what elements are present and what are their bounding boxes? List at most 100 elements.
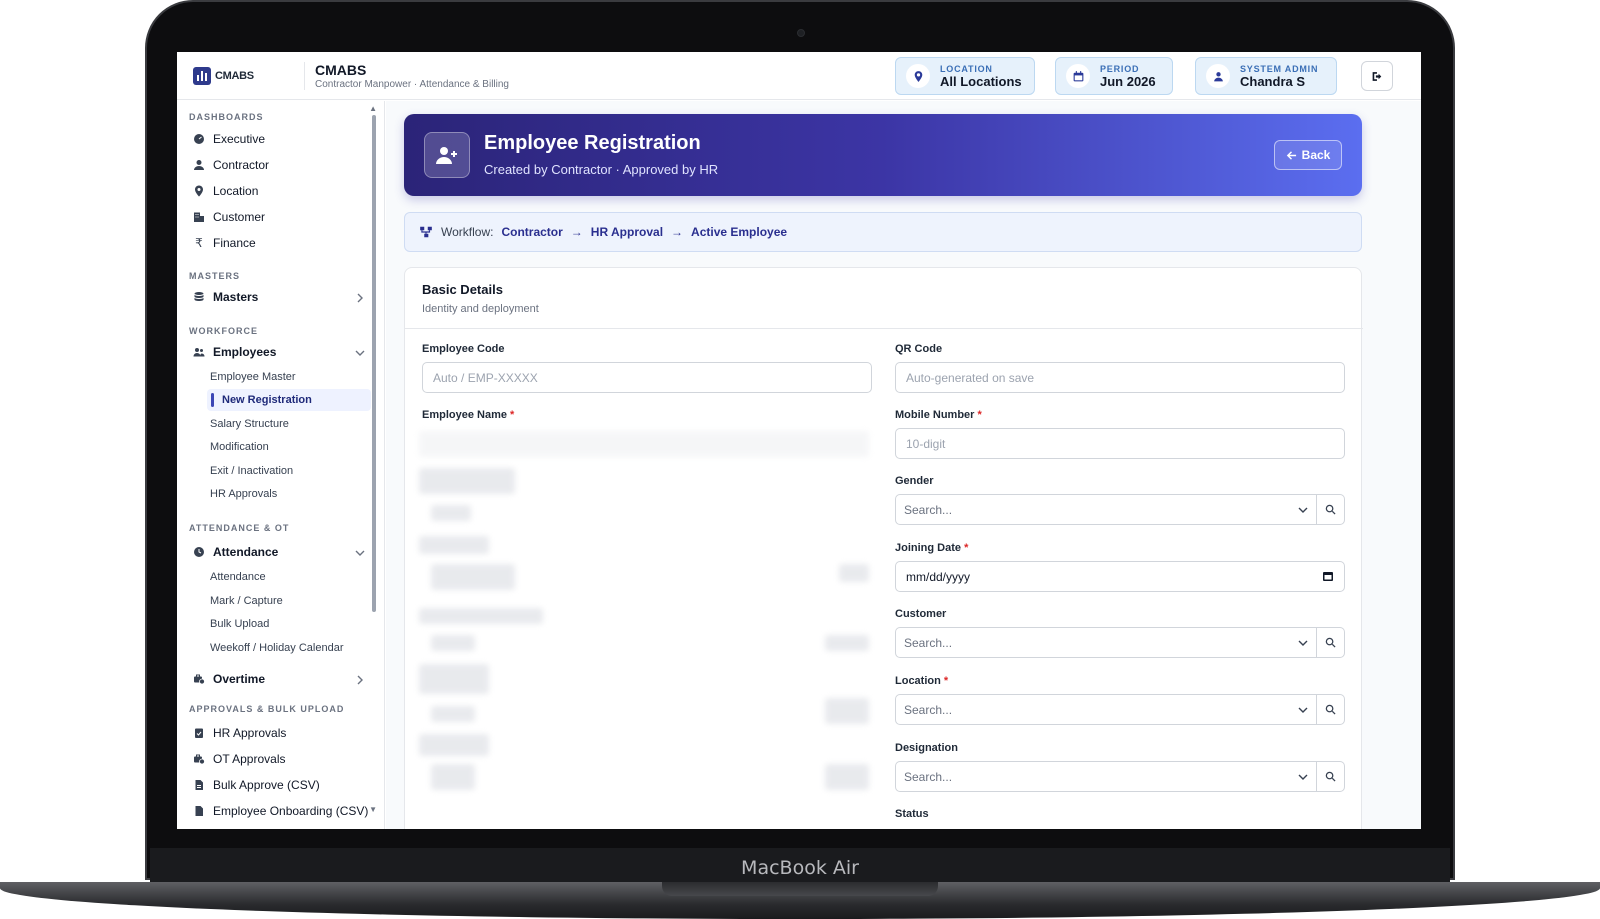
- rupee-icon: ₹: [195, 236, 203, 250]
- scroll-up-icon[interactable]: ▲: [369, 104, 377, 113]
- scroll-down-icon[interactable]: ▼: [369, 805, 377, 814]
- designation-search-button[interactable]: [1317, 761, 1345, 792]
- sidebar-item-customer[interactable]: Customer: [193, 210, 265, 224]
- workflow-arrow: →: [570, 225, 583, 239]
- logout-button[interactable]: [1361, 61, 1393, 91]
- sidebar-sub-modification[interactable]: Modification: [210, 441, 269, 453]
- sidebar-item-label: HR Approvals: [213, 726, 287, 740]
- sidebar-sub-exit[interactable]: Exit / Inactivation: [210, 465, 293, 477]
- workflow-banner: Workflow: Contractor → HR Approval → Act…: [404, 212, 1362, 252]
- mobile-number-input[interactable]: 10-digit: [895, 428, 1345, 459]
- gender-dropdown[interactable]: Search...: [895, 494, 1317, 525]
- label-text: Mobile Number: [895, 409, 975, 421]
- sidebar-item-ot-approvals[interactable]: OT Approvals: [193, 752, 285, 766]
- location-dropdown[interactable]: Search...: [895, 694, 1317, 725]
- period-selector[interactable]: PERIOD Jun 2026: [1055, 57, 1173, 95]
- joining-date-input[interactable]: mm/dd/yyyy: [895, 561, 1345, 592]
- designation-placeholder: Search...: [904, 769, 953, 784]
- sidebar-sub-employee-master[interactable]: Employee Master: [210, 371, 296, 383]
- workflow-label: Workflow:: [441, 225, 494, 239]
- map-pin-icon: [906, 64, 930, 88]
- chevron-right-icon[interactable]: [355, 675, 365, 685]
- customer-dropdown[interactable]: Search...: [895, 627, 1317, 658]
- sidebar-item-employee-onboarding[interactable]: Employee Onboarding (CSV): [193, 804, 368, 818]
- back-button[interactable]: Back: [1274, 140, 1342, 170]
- sidebar-scrollbar[interactable]: [372, 115, 376, 612]
- sidebar-sub-mark-capture[interactable]: Mark / Capture: [210, 595, 283, 607]
- employee-code-label: Employee Code: [422, 343, 505, 355]
- logout-icon: [1372, 71, 1381, 81]
- sidebar-item-label: Employee Onboarding (CSV): [213, 804, 369, 818]
- blurred-field: [825, 635, 869, 651]
- card-header: Basic Details Identity and deployment: [405, 268, 1363, 329]
- sidebar-sub-attendance[interactable]: Attendance: [210, 571, 266, 583]
- blurred-field: [431, 706, 475, 722]
- file-icon: [195, 780, 203, 790]
- sidebar-sub-salary-structure[interactable]: Salary Structure: [210, 418, 289, 430]
- active-item-indicator: [211, 393, 214, 407]
- sidebar-group-overtime[interactable]: Overtime: [193, 672, 265, 686]
- customer-label: Customer: [895, 608, 947, 620]
- chevron-right-icon[interactable]: [355, 293, 365, 303]
- employee-code-input[interactable]: Auto / EMP-XXXXX: [422, 362, 872, 393]
- sidebar-item-executive[interactable]: Executive: [193, 132, 265, 146]
- gender-select[interactable]: Search...: [895, 494, 1345, 525]
- chevron-down-icon: [1298, 640, 1308, 646]
- location-search-button[interactable]: [1317, 694, 1345, 725]
- status-label: Status: [895, 808, 929, 820]
- label-text: Joining Date: [895, 542, 962, 554]
- gender-search-button[interactable]: [1317, 494, 1345, 525]
- location-select[interactable]: Search...: [895, 694, 1345, 725]
- sidebar: ▲ ▼ DASHBOARDS Executive Contractor Loca…: [177, 101, 385, 829]
- designation-label: Designation: [895, 742, 958, 754]
- sidebar-sub-hr-approvals[interactable]: HR Approvals: [210, 488, 277, 500]
- chevron-down-icon[interactable]: [355, 348, 365, 358]
- sidebar-group-masters[interactable]: Masters: [193, 290, 258, 304]
- sidebar-item-label: Executive: [213, 132, 266, 146]
- blurred-field: [431, 635, 475, 651]
- location-selector[interactable]: LOCATION All Locations: [895, 57, 1035, 95]
- location-placeholder: Search...: [904, 702, 953, 717]
- sidebar-item-contractor[interactable]: Contractor: [193, 158, 269, 172]
- screen: CMABS CMABS Contractor Manpower · Attend…: [177, 52, 1421, 829]
- customer-select[interactable]: Search...: [895, 627, 1345, 658]
- map-pin-icon: [195, 185, 203, 197]
- app-logo[interactable]: CMABS: [193, 66, 259, 86]
- page-subtitle: Created by Contractor · Approved by HR: [484, 162, 719, 177]
- card-subtitle: Identity and deployment: [422, 303, 539, 315]
- calendar-icon[interactable]: [1322, 570, 1334, 582]
- sidebar-group-attendance[interactable]: Attendance: [193, 545, 278, 559]
- blurred-field: [419, 468, 515, 494]
- customer-placeholder: Search...: [904, 635, 953, 650]
- required-mark: *: [964, 542, 969, 554]
- search-icon: [1325, 704, 1336, 715]
- user-menu[interactable]: SYSTEM ADMIN Chandra S: [1195, 57, 1337, 95]
- mobile-number-label: Mobile Number *: [895, 409, 982, 421]
- sidebar-item-label: Bulk Approve (CSV): [213, 778, 320, 792]
- sidebar-group-employees[interactable]: Employees: [193, 345, 276, 359]
- page-title: Employee Registration: [484, 132, 701, 154]
- sidebar-sub-bulk-upload[interactable]: Bulk Upload: [210, 618, 269, 630]
- blurred-field: [419, 664, 489, 694]
- workflow-step-contractor: Contractor: [501, 225, 563, 239]
- section-masters: MASTERS: [189, 271, 241, 281]
- designation-dropdown[interactable]: Search...: [895, 761, 1317, 792]
- briefcase-clock-icon: [194, 674, 205, 685]
- sidebar-sub-weekoff-calendar[interactable]: Weekoff / Holiday Calendar: [210, 642, 344, 654]
- sidebar-item-location[interactable]: Location: [193, 184, 258, 198]
- blurred-field: [419, 608, 543, 624]
- sidebar-item-hr-approvals[interactable]: HR Approvals: [193, 726, 286, 740]
- sidebar-item-label: Finance: [213, 236, 256, 250]
- calendar-icon: [1066, 64, 1090, 88]
- section-dashboards: DASHBOARDS: [189, 112, 264, 122]
- qr-code-input[interactable]: Auto-generated on save: [895, 362, 1345, 393]
- sidebar-item-finance[interactable]: ₹ Finance: [193, 236, 256, 250]
- blurred-field: [419, 431, 869, 457]
- chevron-down-icon[interactable]: [355, 548, 365, 558]
- customer-search-button[interactable]: [1317, 627, 1345, 658]
- required-mark: *: [510, 409, 515, 421]
- sidebar-item-bulk-approve[interactable]: Bulk Approve (CSV): [193, 778, 320, 792]
- sidebar-sub-new-registration[interactable]: New Registration: [222, 394, 312, 406]
- designation-select[interactable]: Search...: [895, 761, 1345, 792]
- device-label: MacBook Air: [741, 857, 859, 879]
